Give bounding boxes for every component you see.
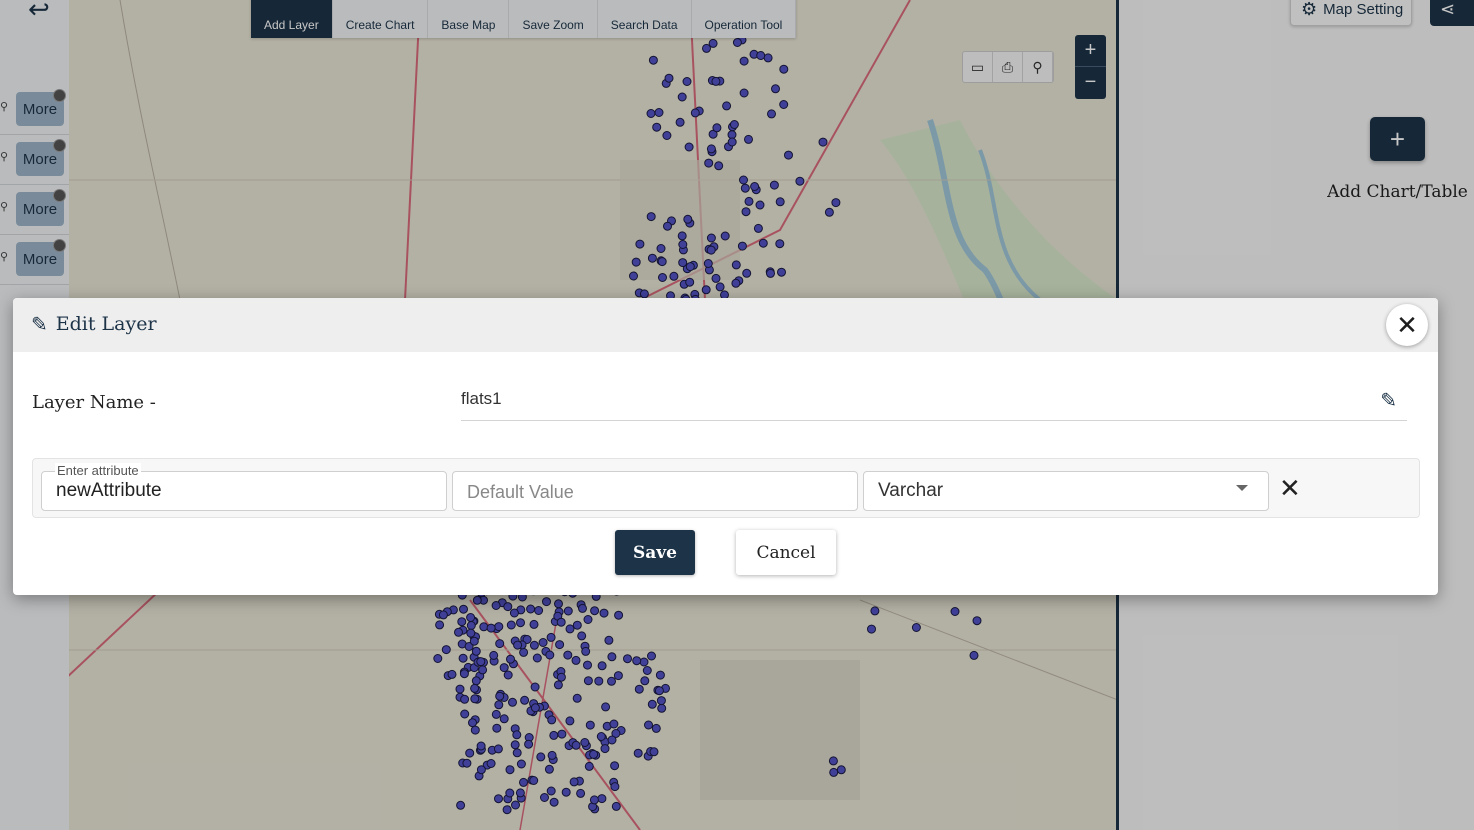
pencil-icon[interactable]: ✎: [1380, 388, 1397, 413]
modal-title-text: Edit Layer: [55, 313, 157, 335]
edit-layer-modal: ✎ Edit Layer ✕ Layer Name - ✎ Enter attr…: [13, 298, 1438, 595]
close-button[interactable]: ✕: [1386, 304, 1428, 346]
default-value-field: [452, 471, 858, 511]
modal-header: ✎ Edit Layer ✕: [13, 298, 1438, 352]
attribute-name-field: Enter attribute: [41, 463, 447, 511]
attribute-name-input[interactable]: [56, 480, 436, 502]
attribute-type-select[interactable]: Varchar: [863, 471, 1269, 511]
remove-attribute-button[interactable]: ✕: [1279, 473, 1301, 503]
layer-name-field: ✎: [461, 382, 1407, 421]
cancel-button[interactable]: Cancel: [736, 530, 836, 575]
pencil-icon: ✎: [31, 312, 48, 336]
modal-title: ✎ Edit Layer: [31, 312, 157, 336]
close-icon: ✕: [1279, 473, 1301, 503]
layer-name-label: Layer Name -: [32, 392, 156, 413]
attribute-name-label: Enter attribute: [55, 463, 141, 478]
attribute-row: Enter attribute Varchar ✕: [32, 458, 1420, 518]
save-button[interactable]: Save: [615, 530, 695, 575]
attribute-type-value: Varchar: [878, 480, 944, 501]
layer-name-input[interactable]: [461, 382, 1341, 416]
close-icon: ✕: [1396, 309, 1418, 340]
caret-down-icon: [1236, 485, 1248, 491]
default-value-input[interactable]: [467, 482, 847, 503]
